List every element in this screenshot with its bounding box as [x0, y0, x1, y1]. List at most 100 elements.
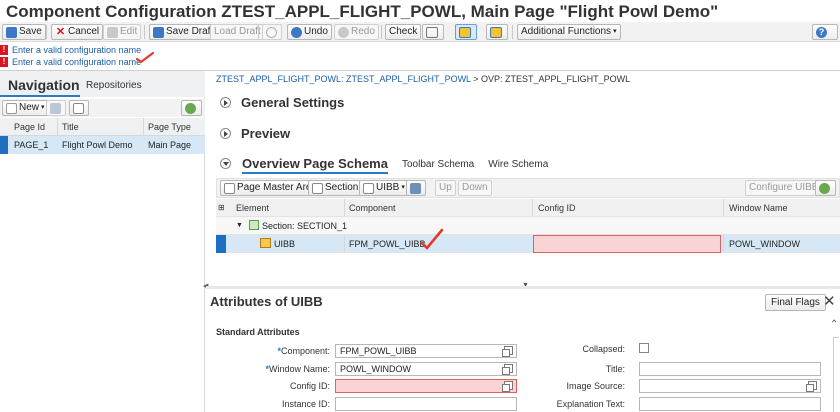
delete-button[interactable]	[46, 100, 66, 116]
column-header[interactable]: Config ID	[538, 203, 576, 213]
save-draft-button[interactable]: Save Draft	[149, 24, 218, 40]
tab-navigation[interactable]: Navigation	[8, 77, 80, 93]
copy-icon	[73, 102, 84, 114]
copy-button[interactable]	[69, 100, 89, 116]
help-button[interactable]: ?	[812, 24, 838, 40]
tab-overview-page-schema[interactable]: Overview Page Schema	[242, 156, 388, 174]
move-up-button[interactable]: Up	[435, 180, 456, 196]
row-selector[interactable]	[0, 136, 8, 154]
image-source-field[interactable]	[639, 379, 821, 393]
collapse-icon[interactable]	[220, 158, 231, 169]
instance-id-label: Instance ID:	[281, 399, 330, 409]
layout-columns-button[interactable]	[455, 24, 477, 40]
toolbar-separator	[46, 25, 47, 39]
value-help-icon[interactable]	[502, 346, 513, 357]
standard-attributes-heading: Standard Attributes	[216, 327, 300, 337]
check-button[interactable]: Check	[385, 24, 422, 40]
additional-functions-button[interactable]: Additional Functions ▾	[517, 24, 621, 40]
collapsed-checkbox[interactable]	[639, 343, 649, 353]
tree-row-uibb[interactable]: UIBB FPM_POWL_UIBB POWL_WINDOW	[216, 235, 840, 253]
navigation-panel: Navigation Repositories New ▾ Page Id Ti…	[0, 71, 205, 412]
edit-button[interactable]: Edit	[103, 24, 142, 40]
table-header: ⊞ Element Component Config ID Window Nam…	[216, 199, 840, 217]
error-message[interactable]: ! Enter a valid configuration name	[0, 44, 141, 56]
column-header[interactable]: Page Id	[14, 122, 45, 132]
component-field[interactable]: FPM_POWL_UIBB	[335, 344, 517, 358]
refresh-button[interactable]	[262, 24, 282, 40]
expand-icon[interactable]	[220, 97, 231, 108]
redo-button[interactable]: Redo	[334, 24, 379, 40]
table-row[interactable]: PAGE_1 Flight Powl Demo Main Page	[0, 136, 205, 154]
tab-repositories[interactable]: Repositories	[86, 80, 142, 91]
delete-element-button[interactable]	[406, 180, 426, 196]
new-button[interactable]: New ▾	[2, 100, 49, 116]
column-header[interactable]: Component	[349, 203, 396, 213]
title-bar: Component Configuration ZTEST_APPL_FLIGH…	[0, 0, 840, 22]
component-label: *Component:	[277, 346, 330, 356]
settings-button[interactable]	[181, 100, 202, 116]
section-overview-schema-toggle[interactable]	[220, 158, 231, 169]
undo-button[interactable]: Undo	[287, 24, 332, 40]
row-selector[interactable]	[216, 235, 226, 253]
page-master-area-button[interactable]: Page Master Area	[220, 180, 322, 196]
collapsed-label: Collapsed:	[582, 344, 625, 354]
section-general-settings[interactable]: General Settings	[220, 95, 344, 110]
column-settings-icon[interactable]: ⊞	[218, 203, 225, 212]
tab-wire-schema[interactable]: Wire Schema	[488, 159, 548, 174]
tab-toolbar-schema[interactable]: Toolbar Schema	[402, 159, 474, 174]
window-name-field[interactable]: POWL_WINDOW	[335, 362, 517, 376]
layout-single-button[interactable]	[422, 24, 444, 40]
save-button[interactable]: Save	[2, 24, 46, 40]
column-divider	[143, 118, 144, 135]
value-help-icon[interactable]	[502, 364, 513, 375]
scrollbar[interactable]	[833, 337, 839, 412]
cancel-button[interactable]: ✕ Cancel	[51, 24, 104, 40]
breadcrumb-current: OVP: ZTEST_APPL_FLIGHT_POWL	[481, 74, 631, 84]
active-tab-indicator	[0, 95, 80, 97]
add-uibb-button[interactable]: UIBB ▾	[359, 180, 409, 196]
error-icon: !	[0, 45, 8, 55]
add-section-icon	[312, 182, 323, 194]
column-header[interactable]: Window Name	[729, 203, 788, 213]
config-id-cell-error[interactable]	[533, 235, 721, 253]
configure-uibb-button[interactable]: Configure UIBB	[745, 180, 823, 196]
section-icon	[249, 220, 259, 230]
settings-button[interactable]	[815, 180, 836, 196]
column-divider	[723, 199, 724, 216]
layout-rows-button[interactable]	[486, 24, 508, 40]
error-icon: !	[0, 57, 8, 67]
expand-icon[interactable]	[220, 128, 231, 139]
tree-row-section[interactable]: ▼ Section: SECTION_1	[216, 217, 840, 235]
add-section-button[interactable]: Section	[308, 180, 363, 196]
final-flags-button[interactable]: Final Flags	[765, 294, 826, 311]
instance-id-field[interactable]	[335, 397, 517, 411]
close-icon[interactable]: ✕	[823, 292, 836, 310]
column-header[interactable]: Element	[236, 203, 269, 213]
chevron-down-icon: ▾	[613, 28, 617, 35]
refresh-icon	[266, 26, 277, 38]
config-id-field[interactable]	[335, 379, 517, 393]
column-header[interactable]: Page Type	[148, 122, 191, 132]
message-area: ! Enter a valid configuration name ! Ent…	[0, 43, 840, 68]
undo-icon	[291, 26, 302, 38]
move-down-button[interactable]: Down	[458, 180, 492, 196]
section-preview[interactable]: Preview	[220, 126, 290, 141]
checkmark-annotation-icon	[420, 228, 444, 250]
error-message[interactable]: ! Enter a valid configuration name	[0, 56, 141, 68]
column-header[interactable]: Title	[62, 122, 79, 132]
breadcrumb-link[interactable]: ZTEST_APPL_FLIGHT_POWL: ZTEST_APPL_FLIGH…	[216, 74, 471, 84]
value-help-icon[interactable]	[806, 381, 817, 392]
title-field[interactable]	[639, 362, 821, 376]
collapse-arrow-icon[interactable]: ▼	[236, 222, 243, 229]
scroll-up-icon[interactable]: ⌃	[830, 319, 838, 330]
load-draft-button[interactable]: Load Draft	[210, 24, 265, 40]
value-help-icon[interactable]	[502, 381, 513, 392]
table-header: Page Id Title Page Type	[0, 118, 205, 136]
trash-icon	[410, 182, 421, 194]
layout-rows-icon	[490, 26, 502, 38]
explanation-text-field[interactable]	[639, 397, 821, 411]
redo-icon	[338, 26, 349, 38]
config-id-label: Config ID:	[289, 381, 330, 391]
title-label: Title:	[605, 364, 625, 374]
column-divider	[532, 199, 533, 216]
